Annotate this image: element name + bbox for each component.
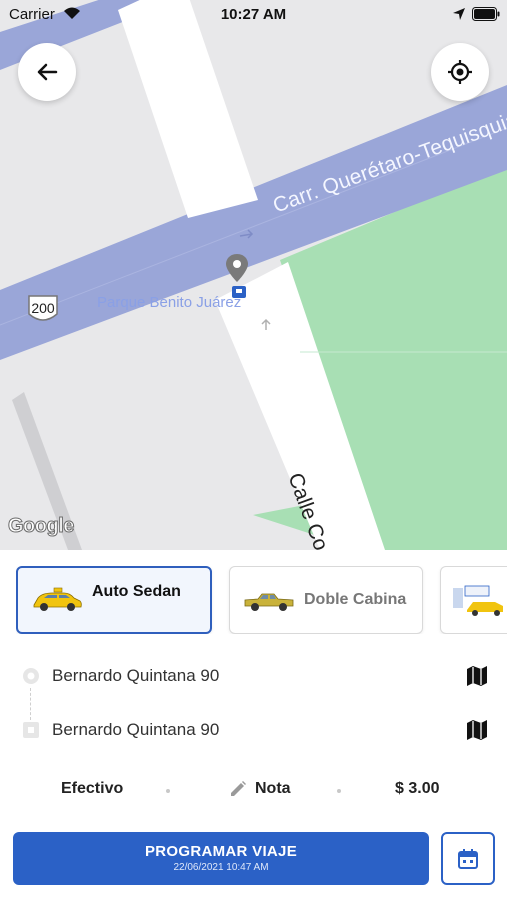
poi-label: Parque Benito Juárez <box>97 294 242 311</box>
google-attribution: Google <box>8 515 75 538</box>
route-shield: 200 <box>26 294 60 324</box>
arrow-left-icon <box>37 63 58 81</box>
pickup-truck-icon <box>244 593 294 611</box>
map-icon[interactable] <box>465 718 489 742</box>
map-icon[interactable] <box>465 664 489 688</box>
origin-dot-icon <box>23 668 39 684</box>
scheduled-datetime: 22/06/2021 10:47 AM <box>173 862 269 873</box>
location-pin-icon <box>225 252 251 305</box>
battery-icon <box>472 7 500 25</box>
vehicle-card-auto-sedan[interactable]: Auto Sedan <box>16 566 212 634</box>
destination-address: Bernardo Quintana 90 <box>52 720 220 739</box>
location-services-icon <box>452 7 466 25</box>
vehicle-card-doble-cabina[interactable]: Doble Cabina <box>229 566 423 634</box>
vehicle-card-more[interactable] <box>440 566 507 634</box>
destination-square-icon <box>23 722 39 738</box>
vehicle-selector: Auto Sedan Doble Cabina <box>16 566 507 634</box>
my-location-button[interactable] <box>431 43 489 101</box>
vehicle-label: Auto Sedan <box>92 583 181 600</box>
separator-dot <box>337 789 341 793</box>
separator-dot <box>166 789 170 793</box>
clock: 10:27 AM <box>220 6 287 23</box>
status-bar: Carrier 10:27 AM <box>0 0 507 28</box>
calendar-icon <box>458 848 478 869</box>
route-shield-number: 200 <box>31 300 55 316</box>
vehicle-label: Doble Cabina <box>304 591 407 608</box>
trip-price: $ 3.00 <box>395 780 440 797</box>
schedule-trip-button[interactable]: PROGRAMAR VIAJE 22/06/2021 10:47 AM <box>13 832 429 885</box>
calendar-button[interactable] <box>441 832 495 885</box>
schedule-trip-label: PROGRAMAR VIAJE <box>144 843 298 860</box>
note-button[interactable]: Nota <box>255 780 291 798</box>
origin-row[interactable]: Bernardo Quintana 90 <box>0 658 507 694</box>
pencil-icon[interactable] <box>229 780 247 798</box>
destination-row[interactable]: Bernardo Quintana 90 <box>0 712 507 748</box>
taxi-car-icon <box>33 587 82 611</box>
payment-method[interactable]: Efectivo <box>61 780 123 798</box>
origin-address: Bernardo Quintana 90 <box>52 666 220 685</box>
vehicle-promo-image <box>453 585 503 616</box>
map-view[interactable]: Carr. Querétaro-Tequisquiapan Parque Ben… <box>0 0 507 550</box>
crosshair-icon <box>448 60 472 84</box>
trip-sheet: Auto Sedan Doble Cabina Bernardo Quintan… <box>0 550 507 900</box>
map-tiles <box>0 0 507 550</box>
trip-options: Efectivo Nota $ 3.00 <box>0 778 507 804</box>
back-button[interactable] <box>18 43 76 101</box>
